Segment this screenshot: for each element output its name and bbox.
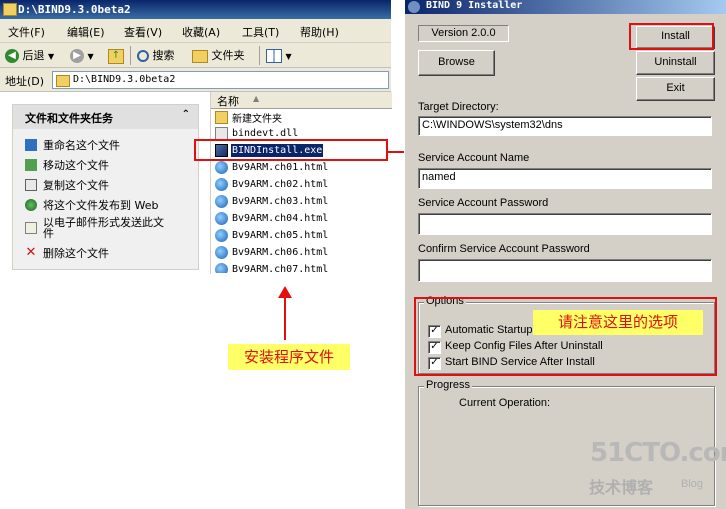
exe-highlight-box bbox=[194, 139, 388, 161]
current-operation-label: Current Operation: bbox=[459, 397, 551, 409]
options-callout: 请注意这里的选项 bbox=[533, 310, 703, 335]
menu-view[interactable]: 查看(V) bbox=[124, 24, 162, 40]
file-item[interactable]: Bv9ARM.ch06.html bbox=[215, 246, 329, 263]
move-icon bbox=[25, 159, 37, 171]
version-label: Version 2.0.0 bbox=[418, 25, 509, 42]
task-pane: 文件和文件夹任务 ⌃ 重命名这个文件 移动这个文件 复制这个文件 将这个文件发布… bbox=[0, 92, 210, 282]
address-bar: 地址(D) D:\BIND9.3.0beta2 bbox=[0, 68, 391, 92]
folders-label: 文件夹 bbox=[211, 49, 245, 62]
address-value: D:\BIND9.3.0beta2 bbox=[73, 74, 176, 85]
explorer-menubar: 文件(F) 编辑(E) 查看(V) 收藏(A) 工具(T) 帮助(H) bbox=[0, 19, 391, 43]
address-label: 地址(D) bbox=[5, 75, 45, 88]
arrow-up-line bbox=[284, 296, 286, 340]
task-rename[interactable]: 重命名这个文件 bbox=[25, 137, 190, 153]
watermark-cn: 技术博客 bbox=[589, 478, 654, 497]
html-file-icon bbox=[215, 161, 228, 174]
watermark-site: 51CTO.com bbox=[590, 438, 726, 468]
copy-icon bbox=[25, 179, 37, 191]
install-highlight-box bbox=[629, 23, 714, 50]
chevron-down-icon: ▼ bbox=[285, 52, 292, 61]
menu-help[interactable]: 帮助(H) bbox=[300, 24, 339, 40]
folders-button[interactable]: 文件夹 bbox=[192, 47, 245, 64]
folder-icon bbox=[192, 49, 208, 63]
folder-icon bbox=[56, 75, 70, 87]
folder-icon bbox=[215, 111, 228, 124]
exit-button[interactable]: Exit bbox=[636, 77, 715, 101]
folder-icon bbox=[3, 3, 17, 16]
browse-button[interactable]: Browse bbox=[418, 50, 495, 76]
file-item[interactable]: Bv9ARM.ch03.html bbox=[215, 195, 329, 212]
html-file-icon bbox=[215, 246, 228, 259]
account-name-input[interactable]: named bbox=[418, 168, 712, 189]
views-button[interactable]: ▼ bbox=[266, 47, 292, 64]
sort-ascending-icon: ▲ bbox=[253, 94, 260, 103]
file-list: 名称 ▲ 新建文件夹 bindevt.dll BINDInstall.exe B… bbox=[210, 92, 392, 274]
bind-installer-window: BIND 9 Installer Version 2.0.0 Install U… bbox=[404, 0, 726, 509]
task-email[interactable]: 以电子邮件形式发送此文件 bbox=[25, 217, 190, 239]
menu-tools[interactable]: 工具(T) bbox=[242, 24, 279, 40]
file-tasks-title: 文件和文件夹任务 bbox=[25, 112, 113, 125]
toolbar-divider bbox=[259, 46, 260, 65]
task-copy[interactable]: 复制这个文件 bbox=[25, 177, 190, 193]
target-directory-label: Target Directory: bbox=[418, 101, 499, 113]
menu-favorites[interactable]: 收藏(A) bbox=[182, 24, 220, 40]
up-folder-button[interactable]: ↑ bbox=[108, 47, 124, 64]
collapse-chevron-icon[interactable]: ⌃ bbox=[182, 109, 190, 120]
html-file-icon bbox=[215, 229, 228, 242]
target-directory-input[interactable]: C:\WINDOWS\system32\dns bbox=[418, 116, 712, 136]
confirm-password-label: Confirm Service Account Password bbox=[418, 243, 590, 255]
up-folder-icon: ↑ bbox=[108, 48, 124, 64]
file-item[interactable]: Bv9ARM.ch04.html bbox=[215, 212, 329, 229]
install-file-callout: 安装程序文件 bbox=[228, 344, 350, 370]
installer-titlebar: BIND 9 Installer bbox=[405, 0, 726, 14]
forward-button[interactable]: ▶ ▼ bbox=[70, 47, 94, 64]
task-publish-web[interactable]: 将这个文件发布到 Web bbox=[25, 197, 190, 213]
globe-icon bbox=[25, 199, 37, 211]
html-file-icon bbox=[215, 195, 228, 208]
back-label: 后退 bbox=[22, 49, 45, 62]
explorer-toolbar: ◀ 后退 ▼ ▶ ▼ ↑ 搜索 文件夹 ▼ bbox=[0, 43, 391, 68]
watermark-blog: Blog bbox=[681, 478, 704, 490]
file-item[interactable]: Bv9ARM.ch02.html bbox=[215, 178, 329, 195]
task-delete[interactable]: ✕ 删除这个文件 bbox=[25, 245, 190, 261]
html-file-icon bbox=[215, 263, 228, 273]
delete-x-icon: ✕ bbox=[25, 245, 37, 260]
file-item[interactable]: 新建文件夹 bbox=[215, 110, 283, 127]
file-item[interactable]: Bv9ARM.ch07.html bbox=[215, 263, 329, 273]
toolbar-divider bbox=[130, 46, 131, 65]
options-highlight-box bbox=[414, 297, 717, 376]
file-tasks-header[interactable]: 文件和文件夹任务 ⌃ bbox=[13, 105, 198, 129]
confirm-password-input[interactable] bbox=[418, 259, 712, 282]
search-icon bbox=[137, 50, 149, 62]
back-button[interactable]: ◀ 后退 ▼ bbox=[5, 47, 54, 64]
address-input[interactable]: D:\BIND9.3.0beta2 bbox=[52, 71, 389, 89]
file-tasks-panel: 文件和文件夹任务 ⌃ 重命名这个文件 移动这个文件 复制这个文件 将这个文件发布… bbox=[12, 104, 199, 270]
search-label: 搜索 bbox=[152, 49, 175, 62]
bind-app-icon bbox=[408, 1, 420, 13]
search-button[interactable]: 搜索 bbox=[137, 47, 175, 64]
envelope-icon bbox=[25, 222, 37, 234]
views-icon bbox=[266, 49, 282, 63]
explorer-title: D:\BIND9.3.0beta2 bbox=[18, 3, 131, 16]
task-move[interactable]: 移动这个文件 bbox=[25, 157, 190, 173]
installer-title: BIND 9 Installer bbox=[426, 0, 523, 11]
explorer-titlebar: D:\BIND9.3.0beta2 bbox=[0, 0, 391, 19]
forward-arrow-icon: ▶ bbox=[70, 49, 84, 63]
html-file-icon bbox=[215, 212, 228, 225]
chevron-down-icon: ▼ bbox=[87, 52, 94, 61]
account-name-label: Service Account Name bbox=[418, 152, 530, 164]
file-item[interactable]: Bv9ARM.ch01.html bbox=[215, 161, 329, 178]
menu-edit[interactable]: 编辑(E) bbox=[67, 24, 105, 40]
html-file-icon bbox=[215, 178, 228, 191]
chevron-down-icon: ▼ bbox=[48, 52, 55, 61]
back-arrow-icon: ◀ bbox=[5, 49, 19, 63]
account-password-label: Service Account Password bbox=[418, 197, 549, 209]
name-column-header[interactable]: 名称 ▲ bbox=[211, 92, 392, 109]
progress-label: Progress bbox=[424, 379, 473, 391]
file-item[interactable]: Bv9ARM.ch05.html bbox=[215, 229, 329, 246]
rename-icon bbox=[25, 139, 37, 151]
menu-file[interactable]: 文件(F) bbox=[8, 24, 45, 40]
uninstall-button[interactable]: Uninstall bbox=[636, 51, 715, 75]
account-password-input[interactable] bbox=[418, 213, 712, 235]
